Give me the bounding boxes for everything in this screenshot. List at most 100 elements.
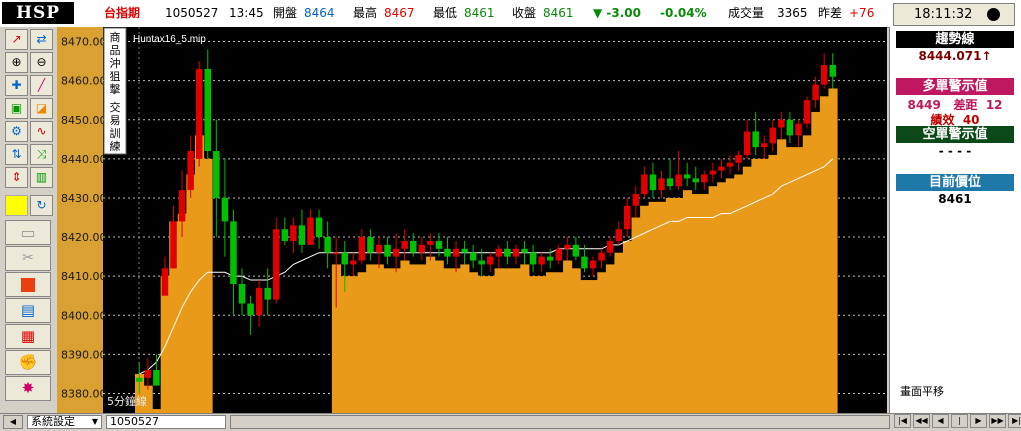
candle-body	[238, 283, 246, 304]
candle-body	[170, 221, 177, 269]
last-page-icon[interactable]: ▶|	[1008, 414, 1021, 428]
band-bar	[700, 194, 710, 413]
stop-icon[interactable]	[5, 272, 51, 297]
price-tick: 8400.00	[61, 309, 107, 322]
tool-palette: ↗ ⇄ ⊕ ⊖ ✚ ╱ ▣ ◪ ⚙ ∿ ⇅ ⤨ ⇕ ▥ ↻ ▭ ✂ ▤ ▦ ✊ …	[0, 27, 57, 413]
candle-body	[752, 131, 759, 148]
candle-body	[161, 268, 169, 296]
symbol-name[interactable]: 台指期	[104, 6, 140, 20]
shuffle-icon[interactable]: ⤨	[30, 144, 53, 165]
candle-body	[255, 287, 263, 316]
lock-icon[interactable]: ▣	[5, 98, 28, 119]
arrow-left-icon[interactable]: ◀	[3, 415, 23, 429]
band-bar	[340, 276, 350, 413]
candle-body	[564, 244, 571, 249]
up-down-icon[interactable]: ⇕	[5, 167, 28, 188]
band-bar	[811, 111, 821, 413]
date-value: 1050527	[110, 415, 159, 428]
candle-body	[795, 123, 802, 136]
band-bar	[494, 268, 504, 413]
clock-time: 18:11:32	[914, 7, 973, 22]
gloves-icon[interactable]: ✊	[5, 350, 51, 375]
candle-body	[350, 260, 357, 265]
date-field[interactable]: 1050527	[106, 415, 226, 429]
band-bar	[443, 268, 453, 413]
band-bar	[349, 276, 359, 413]
yellow-color-icon[interactable]	[5, 195, 28, 216]
price-tick: 8440.00	[61, 153, 107, 166]
refresh-icon[interactable]: ↻	[30, 195, 53, 216]
candle-body	[572, 244, 580, 257]
candle-icon[interactable]: ⇅	[5, 144, 28, 165]
candle-body	[504, 248, 511, 257]
change-value: ▼ -3.00	[593, 6, 641, 20]
candle-body	[281, 229, 289, 241]
candle-body	[615, 229, 622, 241]
candle-body	[204, 68, 212, 152]
band-bar	[571, 268, 581, 413]
band-bar	[665, 197, 675, 413]
candle-body	[401, 240, 408, 249]
pause-icon[interactable]: |	[951, 414, 968, 428]
first-page-icon[interactable]: |◀	[894, 414, 911, 428]
band-bar	[751, 158, 761, 413]
candle-body	[701, 174, 708, 183]
candle-body	[247, 303, 254, 316]
low-label: 最低	[433, 6, 458, 20]
dropdown-arrow-icon[interactable]: ▼	[92, 416, 98, 428]
side-tab[interactable]: 商品沖狙擊 交易訓練	[103, 27, 127, 155]
scissors-icon[interactable]: ✂	[5, 246, 51, 271]
price-tick: 8460.00	[61, 75, 107, 88]
band-bar	[434, 260, 444, 413]
price-tick: 8380.00	[61, 387, 107, 400]
candle-body	[709, 170, 717, 175]
eraser-icon[interactable]: ◪	[30, 98, 53, 119]
price-tick: 8450.00	[61, 114, 107, 127]
pen-icon[interactable]: ╱	[30, 75, 53, 96]
candle-body	[786, 119, 794, 136]
side-tab-2[interactable]: 交易訓練	[110, 100, 121, 153]
candle-body	[829, 65, 836, 77]
table-icon[interactable]: ▦	[5, 324, 51, 349]
band-bar	[614, 252, 624, 413]
candle-body	[178, 190, 186, 222]
side-tab-1[interactable]: 商品沖狙擊	[110, 30, 121, 96]
candle-body	[778, 119, 785, 128]
settings-select[interactable]: 系統設定 ▼	[27, 415, 102, 429]
print-icon[interactable]: ▤	[5, 298, 51, 323]
candle-body	[427, 240, 434, 245]
forward-icon[interactable]: ▶	[970, 414, 987, 428]
burst-icon[interactable]: ✸	[5, 376, 51, 401]
wave-icon[interactable]: ∿	[30, 121, 53, 142]
bull-alert-value: 8449	[907, 98, 941, 112]
crosshair-icon[interactable]: ✚	[5, 75, 28, 96]
candle-body	[658, 178, 665, 191]
band-bar	[631, 217, 641, 413]
settings-label: 系統設定	[31, 415, 75, 428]
folder-icon[interactable]: ▭	[5, 220, 51, 245]
signal-panel: 趨勢線 8444.071↑ 多單警示值 8449 差距 12 績效 40 空單警…	[889, 27, 1021, 413]
back-icon[interactable]: ◀	[932, 414, 949, 428]
record-dot-icon[interactable]	[987, 8, 1000, 21]
band-bar	[777, 139, 787, 413]
bull-gap-label: 差距	[953, 98, 978, 112]
bar-chart-icon[interactable]: ▥	[30, 167, 53, 188]
fast-forward-icon[interactable]: ▶▶	[989, 414, 1006, 428]
price-tick: 8420.00	[61, 231, 107, 244]
candle-body	[444, 248, 451, 257]
settings-icon[interactable]: ⚙	[5, 121, 28, 142]
fast-back-icon[interactable]: ◀◀	[913, 414, 930, 428]
candle-body	[769, 127, 777, 144]
candle-body	[315, 217, 323, 238]
fit-icon[interactable]: ⇄	[30, 29, 53, 50]
trend-line-icon[interactable]: ↗	[5, 29, 28, 50]
candle-body	[375, 244, 383, 253]
zoom-out-icon[interactable]: ⊖	[30, 52, 53, 73]
zoom-in-icon[interactable]: ⊕	[5, 52, 28, 73]
candle-body	[735, 154, 742, 163]
horizontal-scrollbar[interactable]	[230, 415, 890, 429]
candle-body	[213, 151, 220, 198]
candle-body	[546, 256, 554, 261]
candlestick-chart[interactable]: 8470.00 8460.00 8450.00 8440.00 8430.00 8420.…	[57, 27, 887, 413]
candle-body	[624, 205, 631, 230]
